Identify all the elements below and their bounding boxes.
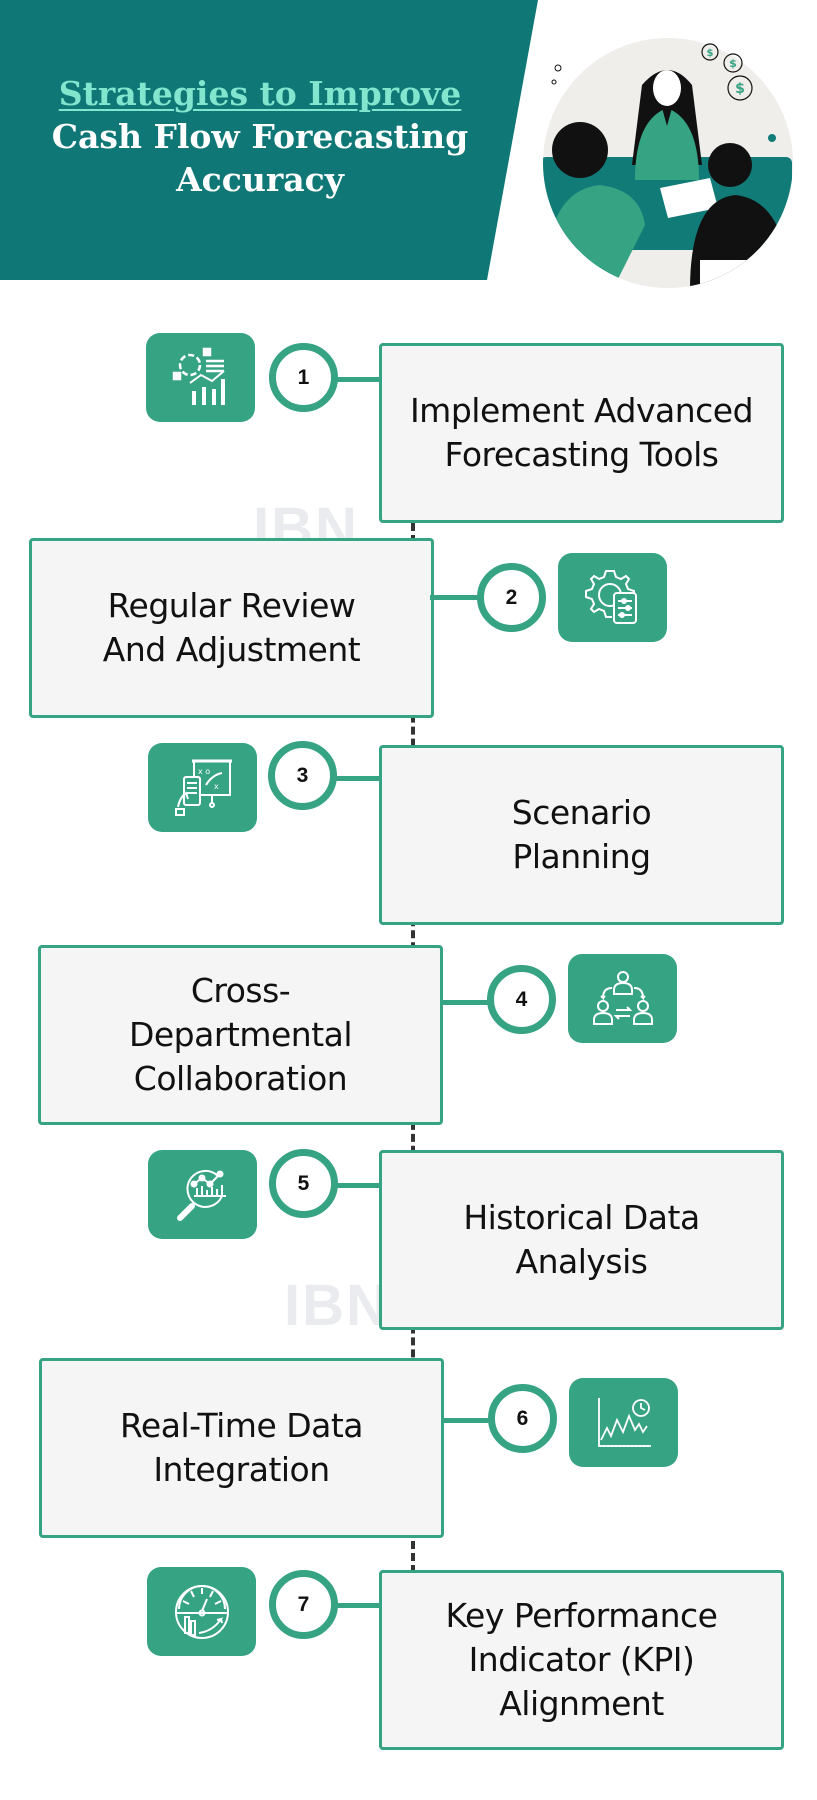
title-line-3: Accuracy [176,160,344,199]
step-7-label: Key Performance Indicator (KPI) Alignmen… [445,1596,718,1723]
step-4-number: 4 [487,965,556,1034]
step-6-connector [441,1418,491,1423]
gauge-kpi-icon [174,1584,229,1639]
step-7-connector [336,1603,381,1608]
step-1-connector [336,377,381,382]
step-1-box: Implement Advanced Forecasting Tools [379,343,784,523]
step-4-icon-tile [568,954,677,1043]
title-line-2: Cash Flow Forecasting [51,117,469,156]
magnifier-chart-icon [176,1169,226,1221]
step-3-icon-tile: x o x [148,743,257,832]
step-1-number: 1 [269,343,338,412]
step-7-number: 7 [269,1570,338,1639]
step-3-label: Scenario Planning [511,793,652,876]
step-2-icon-tile [558,553,667,642]
step-1-icon-tile [146,333,255,422]
step-2-number: 2 [477,563,546,632]
step-2-box: Regular Review And Adjustment [29,538,434,718]
step-3-number: 3 [268,741,337,810]
svg-text:$: $ [707,48,714,59]
step-4-connector [441,1000,491,1005]
business-meeting-illustration: $ $ $ [543,38,793,288]
svg-text:x: x [214,782,219,791]
step-2-label: Regular Review And Adjustment [102,586,361,669]
step-5-label: Historical Data Analysis [463,1198,700,1281]
strategy-board-icon: x o x [174,759,232,816]
step-2-connector [430,595,480,600]
team-collaboration-icon [592,970,653,1025]
step-7-icon-tile [147,1567,256,1656]
step-5-connector [336,1183,381,1188]
step-1-label: Implement Advanced Forecasting Tools [409,391,754,474]
step-6-number: 6 [488,1384,557,1453]
watermark-logo: IBN [284,1273,390,1338]
step-5-number: 5 [269,1149,338,1218]
step-5-icon-tile [148,1150,257,1239]
step-4-label: Cross-Departmental Collaboration [128,971,353,1098]
step-4-box: Cross-Departmental Collaboration [38,945,443,1125]
svg-text:x o: x o [198,767,210,776]
step-6-label: Real-Time Data Integration [119,1406,364,1489]
svg-text:$: $ [729,57,737,70]
step-6-box: Real-Time Data Integration [39,1358,444,1538]
step-3-box: Scenario Planning [379,745,784,925]
step-5-box: Historical Data Analysis [379,1150,784,1330]
analytics-chart-icon [172,347,225,405]
svg-text:$: $ [735,81,745,97]
realtime-chart-icon [597,1397,651,1447]
title-line-1: Strategies to Improve [58,74,462,113]
step-7-box: Key Performance Indicator (KPI) Alignmen… [379,1570,784,1750]
step-3-connector [335,776,381,781]
page-title: Strategies to Improve Cash Flow Forecast… [30,72,490,201]
gear-settings-icon [584,569,637,624]
step-6-icon-tile [569,1378,678,1467]
